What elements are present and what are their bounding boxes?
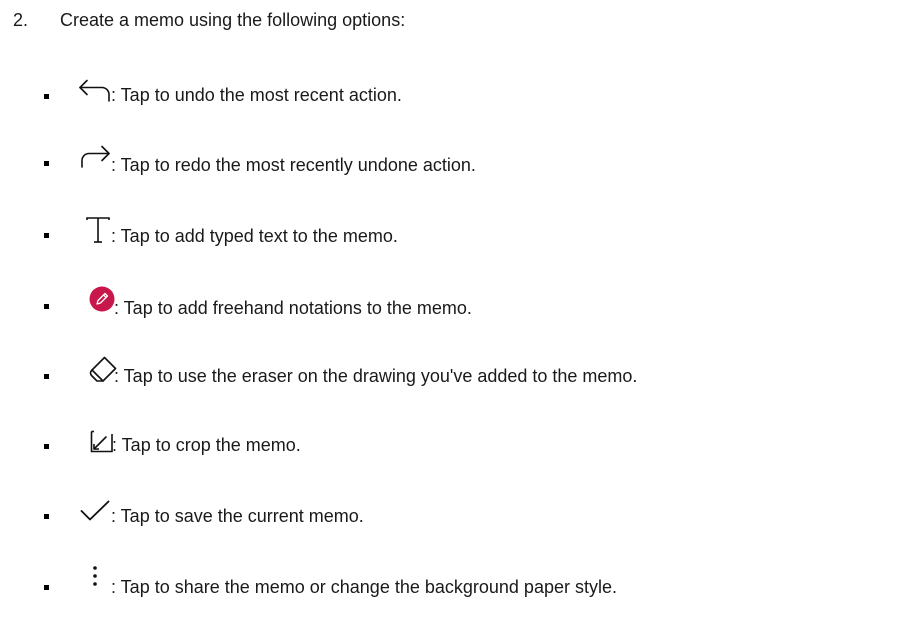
step-heading-text: Create a memo using the following option… [60,10,406,30]
option-description: : Tap to save the current memo. [111,506,364,526]
option-more: : Tap to share the memo or change the ba… [0,565,923,605]
option-description: : Tap to share the memo or change the ba… [111,577,617,597]
crop-icon [90,430,113,453]
bullet [44,514,49,519]
option-eraser: : Tap to use the eraser on the drawing y… [0,354,923,394]
option-description: : Tap to undo the most recent action. [111,85,402,105]
eraser-icon [89,356,117,382]
bullet [44,304,49,309]
pen-icon-circle [89,286,115,312]
more-options-icon [93,566,97,586]
option-description: : Tap to add typed text to the memo. [111,226,398,246]
bullet [44,94,49,99]
bullet [44,161,49,166]
option-description: : Tap to redo the most recently undone a… [111,155,476,175]
step-number: 2. [13,10,29,30]
text-icon [86,217,110,243]
option-description: : Tap to add freehand notations to the m… [114,298,472,318]
bullet [44,233,49,238]
option-description: : Tap to use the eraser on the drawing y… [114,366,638,386]
option-save: : Tap to save the current memo. [0,494,923,534]
memo-step: 2. Create a memo using the following opti… [0,0,923,627]
undo-icon [79,79,110,102]
bullet [44,585,49,590]
redo-icon [81,145,110,168]
pen-icon [89,286,115,312]
option-crop: : Tap to crop the memo. [0,424,923,464]
option-redo: : Tap to redo the most recently undone a… [0,141,923,181]
option-description: : Tap to crop the memo. [112,435,301,455]
option-text: : Tap to add typed text to the memo. [0,213,923,253]
option-pen: : Tap to add freehand notations to the m… [0,284,923,324]
check-icon [80,500,110,521]
bullet [44,374,49,379]
option-undo: : Tap to undo the most recent action. [0,74,923,114]
step-heading: 2. Create a memo using the following opti… [13,8,405,32]
bullet [44,444,49,449]
